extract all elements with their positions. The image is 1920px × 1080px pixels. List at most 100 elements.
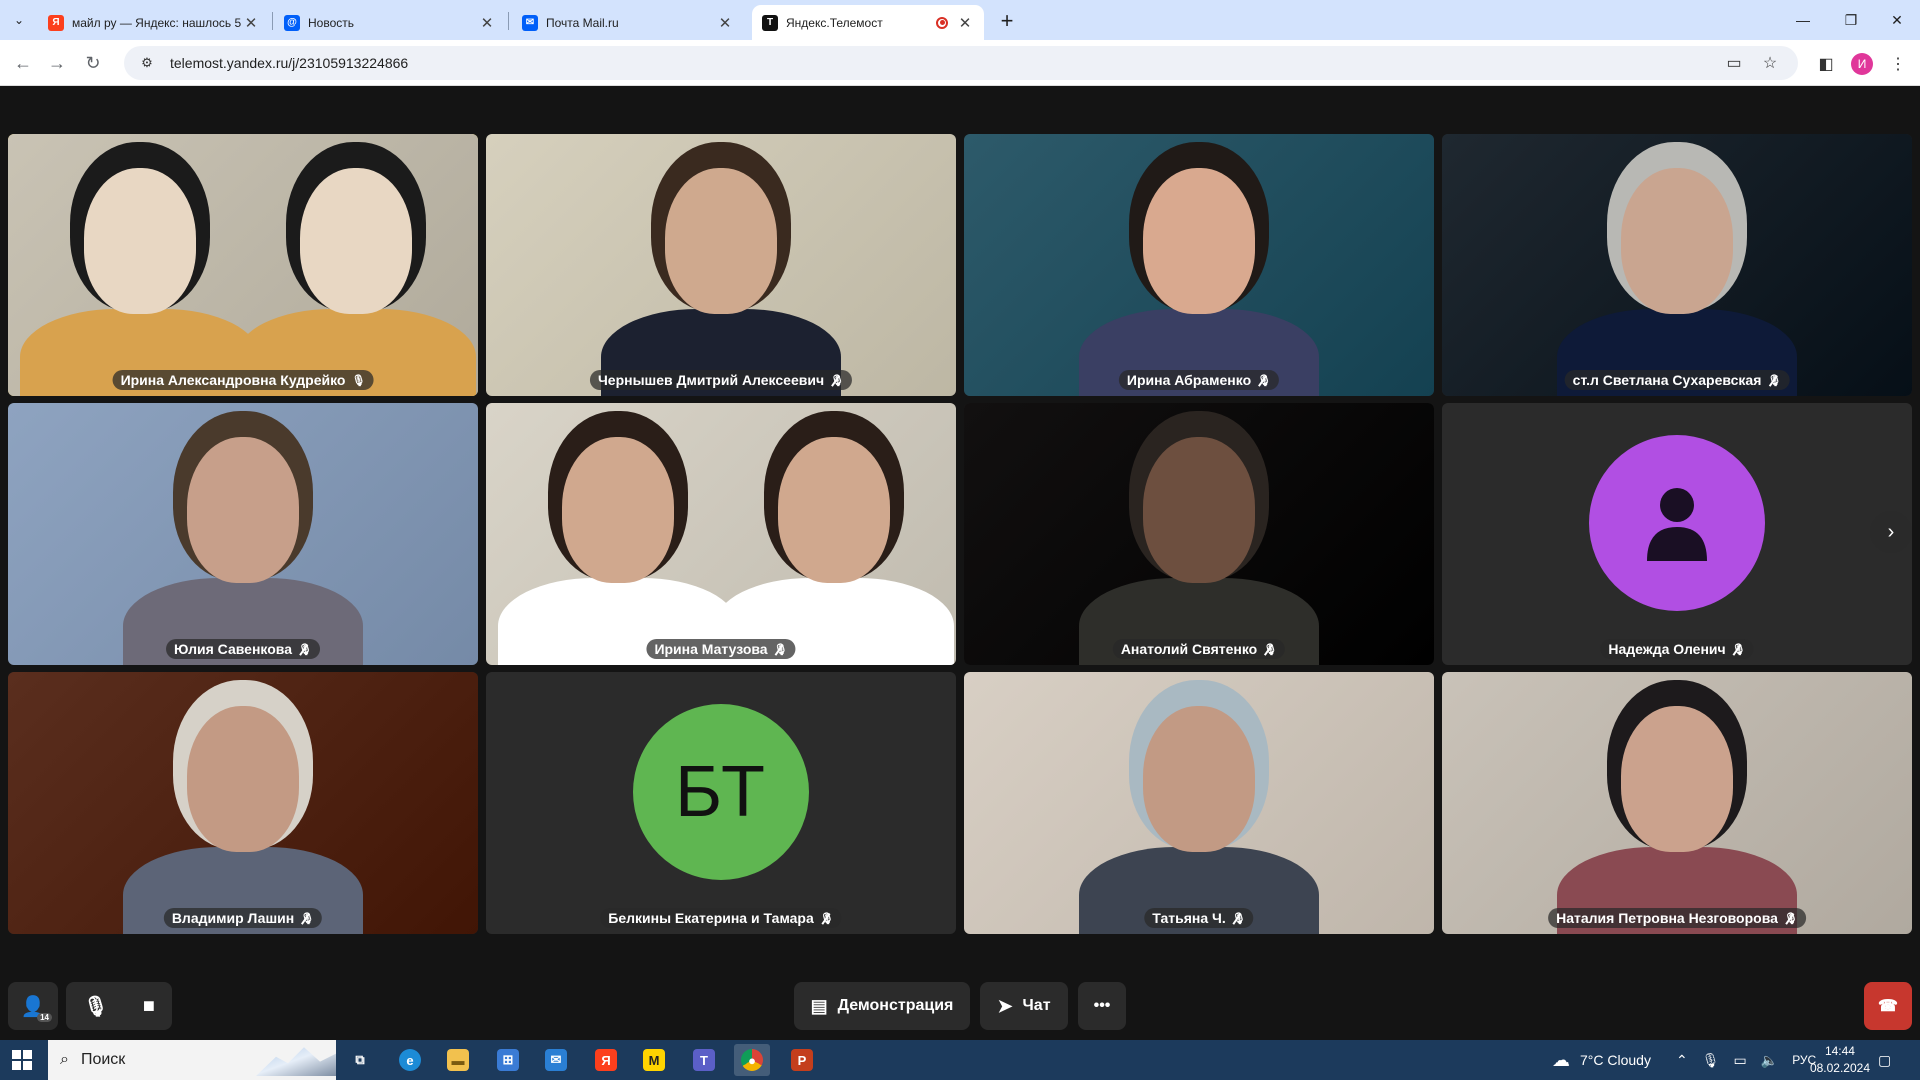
url-text[interactable]: telemost.yandex.ru/j/23105913224866 — [170, 55, 1712, 71]
hang-up-icon[interactable]: ☎ — [1864, 982, 1912, 1030]
chrome-icon[interactable]: ● — [734, 1044, 770, 1076]
camera-icon[interactable]: ▭ — [1720, 49, 1748, 77]
tab-telemost[interactable]: Т Яндекс.Телемост ✕ — [752, 5, 984, 40]
participant-silhouette-face — [83, 168, 196, 314]
tab-title: майл ру — Яндекс: нашлось 5 — [72, 15, 242, 30]
new-tab-plus-icon[interactable]: + — [994, 8, 1020, 34]
participant-tile[interactable]: Ирина Абраменко 🎙 — [964, 134, 1434, 396]
reload-icon[interactable]: ↻ — [80, 50, 106, 76]
minimize-icon[interactable]: — — [1780, 0, 1826, 40]
microphone-tray-icon[interactable]: 🎙 — [1702, 1052, 1720, 1069]
tune-icon[interactable]: ⚙ — [138, 54, 156, 72]
kebab-menu-icon[interactable]: ⋮ — [1884, 50, 1912, 78]
weather-widget[interactable]: ☁ 7°C Cloudy — [1552, 1040, 1651, 1080]
participant-name: Анатолий Святенко — [1120, 641, 1258, 657]
participant-tile[interactable]: Ирина Александровна Кудрейко 🎙 — [8, 134, 478, 396]
profile-avatar[interactable]: И — [1848, 50, 1876, 78]
tab-title: Новость — [308, 15, 355, 30]
tab-title: Почта Mail.ru — [546, 15, 619, 30]
participant-tile[interactable]: Юлия Савенкова 🎙 — [8, 403, 478, 665]
participant-nameplate: Ирина Матузова 🎙 — [646, 639, 796, 659]
microphone-icon: 🎙 — [351, 374, 366, 387]
side-panel-icon[interactable]: ◧ — [1812, 50, 1840, 78]
participant-nameplate: Наталия Петровна Незговорова 🎙 — [1548, 908, 1806, 928]
yandex-market-icon[interactable]: M — [636, 1044, 672, 1076]
search-label: Поиск — [80, 1051, 126, 1068]
edge-icon[interactable]: e — [392, 1044, 428, 1076]
microphone-muted-icon: 🎙 — [773, 643, 788, 656]
tab-novost[interactable]: @ Новость ✕ — [274, 5, 506, 40]
chevron-right-icon[interactable]: › — [1870, 511, 1912, 553]
participant-name: Наталия Петровна Незговорова — [1556, 910, 1778, 926]
invite-button[interactable]: 👤 14 — [8, 982, 58, 1030]
participant-avatar — [1589, 435, 1765, 611]
participant-silhouette-face — [1621, 168, 1733, 314]
participant-silhouette-face — [187, 437, 299, 583]
participant-tile[interactable]: Ирина Матузова 🎙 — [486, 403, 956, 665]
video-camera-icon[interactable]: ■ — [143, 995, 155, 1018]
arrow-right-icon[interactable]: → — [44, 50, 70, 76]
arrow-left-icon[interactable]: ← — [10, 50, 36, 76]
participant-name: Белкины Екатерина и Тамара — [608, 910, 814, 926]
participant-tile[interactable]: Анатолий Святенко 🎙 — [964, 403, 1434, 665]
close-icon[interactable]: ✕ — [716, 14, 734, 32]
more-horizontal-icon[interactable]: ••• — [1078, 982, 1126, 1030]
participant-tile[interactable]: Наталия Петровна Незговорова 🎙 — [1442, 672, 1912, 934]
participant-nameplate: Надежда Оленич 🎙 — [1600, 639, 1754, 659]
microphone-muted-icon: 🎙 — [830, 374, 845, 387]
address-bar[interactable]: ⚙ telemost.yandex.ru/j/23105913224866 ▭ … — [124, 46, 1798, 80]
close-icon[interactable]: ✕ — [242, 14, 260, 32]
participant-nameplate: ст.л Светлана Сухаревская 🎙 — [1564, 370, 1790, 390]
notifications-icon[interactable]: ▢ — [1878, 1040, 1891, 1080]
participant-nameplate: Анатолий Святенко 🎙 — [1112, 639, 1286, 659]
chevron-up-icon[interactable]: ⌃ — [1676, 1052, 1688, 1069]
windows-start-icon[interactable] — [12, 1050, 32, 1070]
participant-silhouette-face — [299, 168, 412, 314]
participant-tile[interactable]: ст.л Светлана Сухаревская 🎙 — [1442, 134, 1912, 396]
chat-button[interactable]: ➤ Чат — [980, 982, 1068, 1030]
participant-tile[interactable]: БТ Белкины Екатерина и Тамара 🎙 — [486, 672, 956, 934]
tab-yandex-search[interactable]: Я майл ру — Яндекс: нашлось 5 ✕ — [38, 5, 270, 40]
volume-icon[interactable]: 🔈 — [1761, 1052, 1778, 1069]
participant-silhouette-face — [777, 437, 890, 583]
close-icon[interactable]: ✕ — [956, 14, 974, 32]
participant-silhouette-face — [1143, 706, 1255, 852]
telemost-meeting-area: Ирина Александровна Кудрейко 🎙 Чернышев Дм… — [0, 86, 1920, 1040]
participant-silhouette-face — [187, 706, 299, 852]
participant-name: ст.л Светлана Сухаревская — [1572, 372, 1762, 388]
mail-icon[interactable]: ✉ — [538, 1044, 574, 1076]
screen-share-button[interactable]: ▤ Демонстрация — [794, 982, 970, 1030]
window-close-icon[interactable]: ✕ — [1874, 0, 1920, 40]
recording-indicator-icon — [936, 16, 948, 29]
participant-nameplate: Татьяна Ч. 🎙 — [1144, 908, 1254, 928]
microphone-muted-icon: 🎙 — [1231, 912, 1246, 925]
store-icon[interactable]: ⊞ — [490, 1044, 526, 1076]
microphone-muted-icon: 🎙 — [1257, 374, 1272, 387]
close-icon[interactable]: ✕ — [478, 14, 496, 32]
participant-nameplate: Ирина Абраменко 🎙 — [1118, 370, 1280, 390]
clock[interactable]: 14:44 08.02.2024 — [1810, 1043, 1870, 1077]
yandex-favicon-icon: Я — [48, 14, 64, 31]
restore-icon[interactable]: ❐ — [1828, 0, 1874, 40]
taskbar-search-box[interactable]: ⌕ Поиск — [48, 1040, 336, 1080]
cloud-icon: ☁ — [1552, 1049, 1570, 1070]
windows-taskbar: ⌕ Поиск ⧉ e ▬ ⊞ ✉ Я M T ● P ☁ 7°C Cloudy… — [0, 1040, 1920, 1080]
powerpoint-icon[interactable]: P — [784, 1044, 820, 1076]
network-icon[interactable]: ▭ — [1734, 1052, 1747, 1069]
participant-tile[interactable]: Владимир Лашин 🎙 — [8, 672, 478, 934]
star-icon[interactable]: ☆ — [1756, 49, 1784, 77]
participant-tile[interactable]: Чернышев Дмитрий Алексеевич 🎙 — [486, 134, 956, 396]
file-explorer-icon[interactable]: ▬ — [440, 1044, 476, 1076]
tab-search-chevron-icon[interactable]: ⌄ — [6, 8, 32, 32]
tab-mail[interactable]: ✉ Почта Mail.ru ✕ — [512, 5, 744, 40]
participant-grid: Ирина Александровна Кудрейко 🎙 Чернышев Дм… — [8, 134, 1912, 938]
microphone-icon[interactable]: 🎙 — [83, 994, 108, 1019]
yandex-browser-icon[interactable]: Я — [588, 1044, 624, 1076]
video-feed — [964, 134, 1434, 396]
mail-favicon-icon: ✉ — [522, 14, 538, 31]
task-view-icon[interactable]: ⧉ — [342, 1044, 378, 1076]
participant-name: Татьяна Ч. — [1152, 910, 1226, 926]
teams-icon[interactable]: T — [686, 1044, 722, 1076]
participant-tile[interactable]: Татьяна Ч. 🎙 — [964, 672, 1434, 934]
participant-tile[interactable]: Надежда Оленич 🎙 — [1442, 403, 1912, 665]
